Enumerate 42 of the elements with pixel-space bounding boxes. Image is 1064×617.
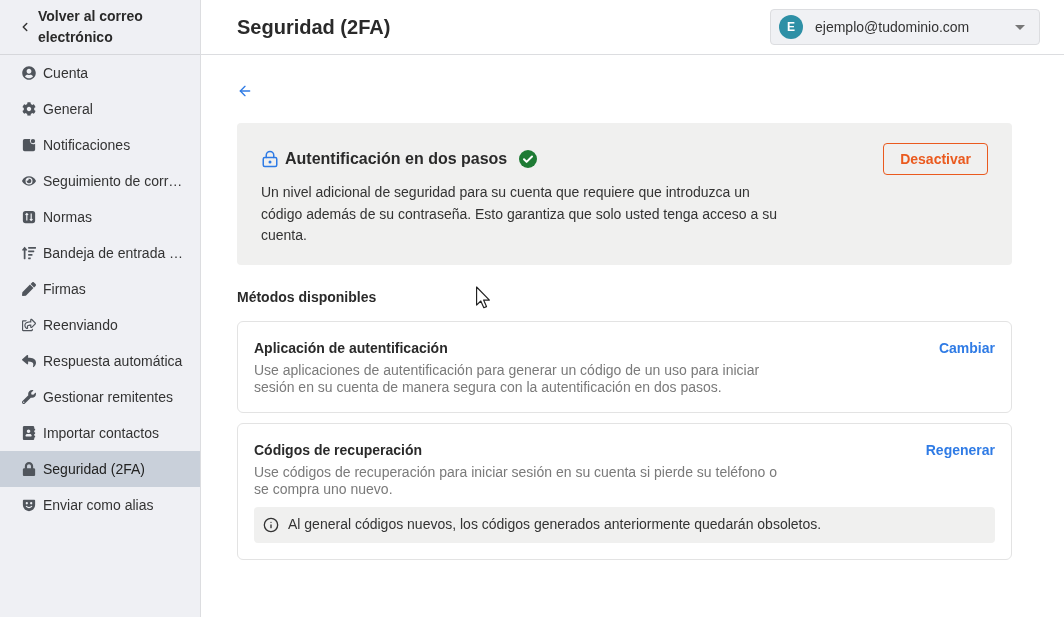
sort-lines-icon bbox=[22, 246, 36, 260]
arrows-square-icon bbox=[22, 210, 36, 224]
share-icon bbox=[22, 318, 36, 332]
account-dropdown[interactable]: E ejemplo@tudominio.com bbox=[770, 9, 1040, 45]
sidebar-item[interactable]: Normas bbox=[0, 199, 200, 235]
caret-down-icon bbox=[1015, 24, 1025, 30]
notice-text: Al general códigos nuevos, los códigos generados anteriormente quedarán obsoletos. bbox=[288, 515, 822, 534]
method-title: Códigos de recuperación bbox=[254, 440, 423, 460]
wrench-icon bbox=[22, 390, 36, 404]
sidebar-item[interactable]: Bandeja de entrada … bbox=[0, 235, 200, 271]
methods-heading: Métodos disponibles bbox=[237, 287, 377, 307]
two-step-description: Un nivel adicional de seguridad para su cuenta que requiere que introduzca un código además de su contraseña. Esto garantiza que solo usted tenga acceso a su cuenta. bbox=[261, 183, 778, 245]
eye-icon bbox=[22, 174, 36, 188]
mask-icon bbox=[22, 498, 36, 512]
two-step-title: Autentificación en dos pasos bbox=[285, 149, 508, 169]
sidebar-item[interactable]: Firmas bbox=[0, 271, 200, 307]
method-action-link[interactable]: Cambiar bbox=[938, 337, 995, 358]
sidebar-item[interactable]: Gestionar remitentes bbox=[0, 379, 200, 415]
sidebar-item[interactable]: Enviar como alias bbox=[0, 487, 200, 523]
pen-icon bbox=[22, 282, 36, 296]
method-description: Use códigos de recuperación para iniciar sesión en su cuenta si pierde su teléfono o se compra uno nuevo. bbox=[254, 463, 778, 498]
back-to-email-link[interactable]: Volver al correo electrónico bbox=[18, 6, 168, 48]
sidebar-item[interactable]: Respuesta automática bbox=[0, 343, 200, 379]
method-title: Aplicación de autentificación bbox=[254, 338, 448, 358]
sidebar-item[interactable]: Notificaciones bbox=[0, 127, 200, 163]
gear-icon bbox=[22, 102, 36, 116]
lock-icon bbox=[261, 149, 279, 169]
method-description: Use aplicaciones de autentificación para generar un código de un uso para iniciar sesión en su cuenta de manera segura con la autentificación en dos pasos. bbox=[254, 361, 761, 396]
sidebar-item[interactable]: Reenviando bbox=[0, 307, 200, 343]
method-action-link[interactable]: Regenerar bbox=[925, 439, 995, 460]
sidebar-item[interactable]: Seguimiento de corr… bbox=[0, 163, 200, 199]
info-icon bbox=[263, 516, 279, 533]
sidebar-item[interactable]: Seguridad (2FA) bbox=[0, 451, 200, 487]
sidebar-item[interactable]: General bbox=[0, 91, 200, 127]
page-title: Seguridad (2FA) bbox=[237, 15, 391, 40]
lock-icon bbox=[22, 462, 36, 476]
avatar: E bbox=[779, 15, 803, 39]
reply-icon bbox=[22, 354, 36, 368]
sidebar-item[interactable]: Importar contactos bbox=[0, 415, 200, 451]
contact-book-icon bbox=[22, 426, 36, 440]
mouse-pointer-icon bbox=[476, 286, 490, 309]
sidebar-item[interactable]: Cuenta bbox=[0, 55, 200, 91]
